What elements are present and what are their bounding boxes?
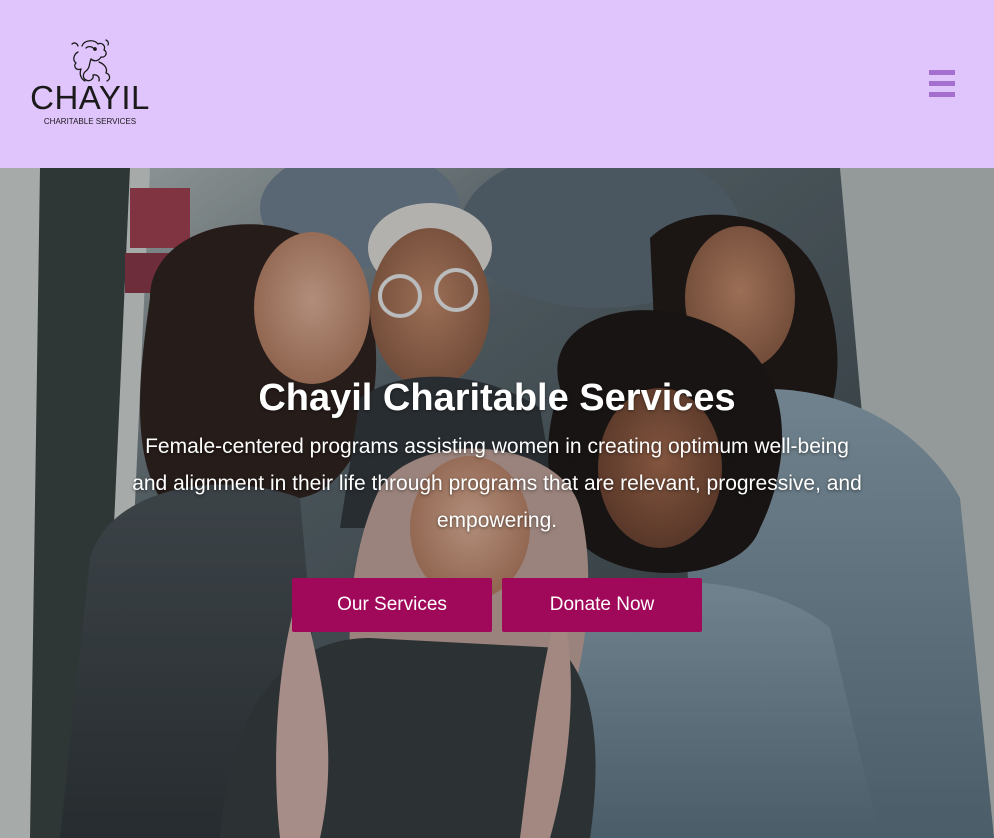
hamburger-menu-icon[interactable] <box>926 68 958 100</box>
hero-section: Chayil Charitable Services Female-center… <box>0 168 994 838</box>
logo-tagline: CHARITABLE SERVICES <box>43 117 137 126</box>
hero-subtitle: Female-centered programs assisting women… <box>132 435 862 532</box>
menu-bar <box>929 92 955 97</box>
site-header: CHAYIL CHARITABLE SERVICES <box>0 0 994 168</box>
site-logo[interactable]: CHAYIL CHARITABLE SERVICES <box>28 38 152 130</box>
lion-mascot-icon <box>71 39 111 82</box>
menu-bar <box>929 81 955 86</box>
hero-title: Chayil Charitable Services <box>258 377 736 419</box>
our-services-button[interactable]: Our Services <box>292 578 492 632</box>
donate-now-button[interactable]: Donate Now <box>502 578 702 632</box>
menu-bar <box>929 70 955 75</box>
logo-wordmark: CHAYIL <box>30 79 150 116</box>
